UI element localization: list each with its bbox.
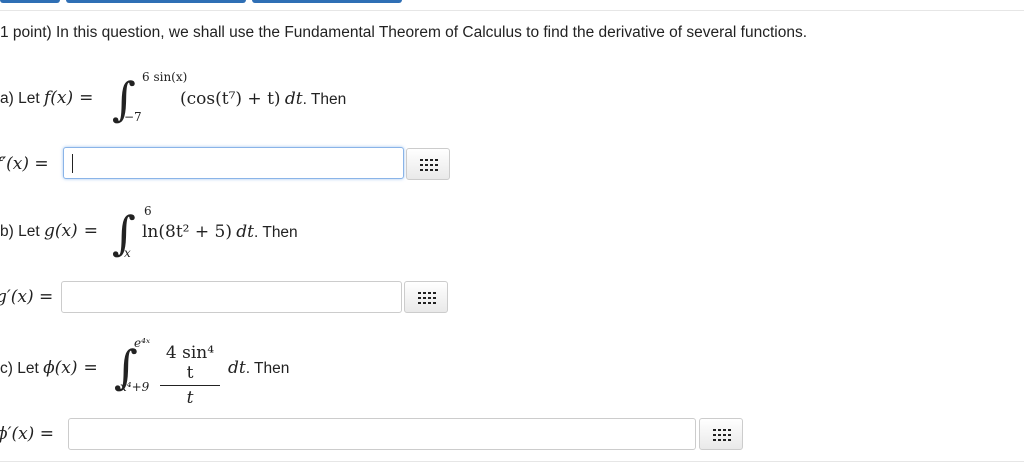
part-a-prefix: a) Let (0, 90, 44, 107)
tab-indicator (0, 0, 60, 3)
equals-sign: = (83, 358, 98, 378)
part-c-lower-limit: x⁴+9 (120, 380, 150, 394)
divider (0, 461, 1024, 462)
fraction-bar (160, 385, 220, 386)
part-c-tail: dt. Then (228, 358, 289, 378)
part-b-integrand: ln(8t² + 5) (142, 222, 232, 242)
divider (0, 10, 1024, 11)
part-c-differential: dt (228, 358, 246, 378)
part-b-answer-input[interactable] (61, 281, 402, 313)
part-c-upper-limit: e⁴ˣ (134, 336, 151, 350)
part-a-integrand: (cos(t⁷) + t) (180, 89, 281, 109)
part-c-statement: c) Let ϕ(x) = (0, 358, 104, 378)
part-a-answer-input[interactable] (63, 147, 404, 179)
part-a-answer-label: f′(x) = (0, 154, 49, 174)
part-c-numerator: 4 sin⁴ t (165, 343, 215, 383)
part-c-prefix: c) Let (0, 360, 44, 377)
part-b-lower-limit: x (124, 246, 131, 260)
part-c-math-editor-button[interactable] (699, 418, 743, 450)
top-tab-bar (0, 0, 1024, 4)
part-b-suffix: . Then (254, 224, 298, 241)
part-c-suffix: . Then (245, 360, 290, 377)
part-a-math-editor-button[interactable] (406, 148, 450, 180)
part-b-answer-label: g′(x) = (0, 287, 53, 307)
part-a-lower-limit: −7 (124, 110, 142, 124)
part-a-statement: a) Let f(x) = (0, 88, 99, 108)
part-b-prefix: b) Let (0, 223, 44, 240)
tab-indicator (252, 0, 402, 3)
part-b-upper-limit: 6 (144, 204, 152, 218)
grid-icon (420, 159, 438, 171)
part-b-integrand-line: ln(8t² + 5) dt. Then (142, 222, 298, 242)
part-c-function: ϕ(x) (43, 358, 78, 378)
part-c-answer-input[interactable] (68, 418, 696, 450)
part-c-fraction: 4 sin⁴ t t (160, 343, 220, 408)
part-b-function: g(x) (43, 221, 78, 241)
equals-sign: = (83, 221, 98, 241)
part-a-suffix: . Then (302, 91, 347, 108)
part-c-answer-label-text: ϕ′(x) = (0, 424, 54, 444)
tab-indicator (66, 0, 246, 3)
part-b-answer-label-text: g′(x) = (0, 287, 54, 307)
question-intro: 1 point) In this question, we shall use … (0, 24, 808, 41)
part-a-answer-label-text: f′(x) = (0, 154, 49, 174)
part-a-integrand-line: (cos(t⁷) + t) dt. Then (180, 89, 346, 109)
part-a-function: f(x) (43, 88, 74, 108)
part-b-differential: dt (236, 222, 255, 242)
equals-sign: = (79, 88, 94, 108)
part-b-statement: b) Let g(x) = (0, 221, 104, 241)
part-c-denominator: t (186, 388, 194, 408)
part-b-math-editor-button[interactable] (404, 281, 448, 313)
part-a-upper-limit: 6 sin(x) (142, 70, 188, 84)
text-caret (72, 154, 73, 173)
grid-icon (418, 292, 436, 304)
grid-icon (713, 429, 731, 441)
part-a-differential: dt (284, 89, 303, 109)
part-c-answer-label: ϕ′(x) = (0, 424, 54, 444)
